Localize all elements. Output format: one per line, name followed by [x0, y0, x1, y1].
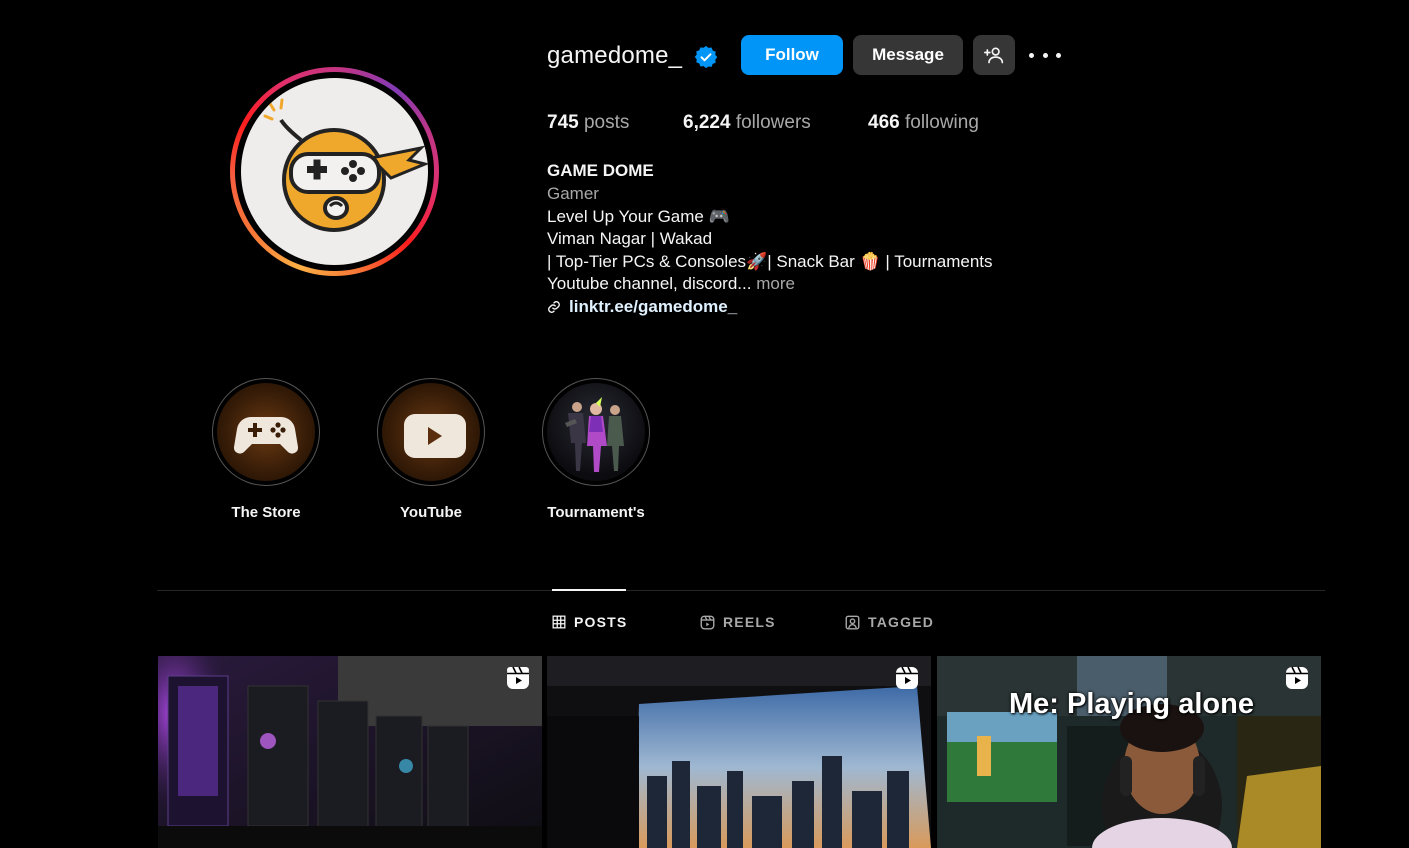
post-thumbnail[interactable]: Me: Playing alone	[937, 656, 1321, 848]
bio-line-text: Youtube channel, discord...	[547, 274, 752, 293]
tab-label: TAGGED	[868, 614, 935, 630]
gamepad-icon	[233, 416, 299, 454]
tab-posts[interactable]: POSTS	[552, 614, 627, 630]
post-thumbnail[interactable]	[158, 656, 542, 848]
tab-label: POSTS	[574, 614, 628, 630]
tab-label: REELS	[723, 614, 776, 630]
add-user-icon	[984, 47, 1004, 64]
message-button[interactable]: Message	[853, 35, 963, 75]
bio-link-text[interactable]: linktr.ee/gamedome_	[569, 297, 737, 317]
highlight-label: The Store	[231, 504, 301, 521]
youtube-icon	[404, 414, 466, 458]
tagged-icon	[845, 615, 860, 629]
game-characters-image	[565, 397, 624, 472]
reel-icon	[896, 666, 918, 689]
reel-icon	[507, 666, 529, 689]
bio-line: Level Up Your Game 🎮	[547, 207, 730, 226]
bio-line: Viman Nagar | Wakad	[547, 229, 713, 248]
bio-link[interactable]: linktr.ee/gamedome_	[547, 297, 737, 317]
highlight-the-store[interactable]: The Store	[212, 378, 320, 521]
active-tab-indicator	[552, 589, 626, 591]
highlight-label: YouTube	[400, 504, 462, 521]
link-icon	[548, 301, 560, 313]
gamedome-logo	[241, 78, 428, 265]
bio-line: | Top-Tier PCs & Consoles🚀| Snack Bar 🍿 …	[547, 252, 993, 271]
post-thumbnail[interactable]	[547, 656, 931, 848]
reels-icon	[700, 615, 715, 629]
bio-name: GAME DOME	[547, 161, 654, 180]
posts-count: 745 posts	[547, 112, 630, 133]
following-count[interactable]: 466 following	[868, 112, 979, 134]
bio-category: Gamer	[547, 184, 599, 203]
username: gamedome_	[547, 42, 683, 69]
highlight-youtube[interactable]: YouTube	[377, 378, 485, 521]
reel-icon	[1286, 666, 1308, 689]
verified-badge-icon	[694, 45, 718, 69]
bio-line: Youtube channel, discord... more	[547, 274, 795, 294]
tab-reels[interactable]: REELS	[700, 614, 776, 630]
profile-avatar[interactable]	[230, 67, 439, 276]
suggest-similar-button[interactable]	[973, 35, 1015, 75]
post-overlay-text: Me: Playing alone	[1009, 688, 1254, 720]
follow-button[interactable]: Follow	[741, 35, 843, 75]
grid-icon	[552, 615, 566, 629]
more-options-icon[interactable]	[1029, 44, 1061, 66]
followers-count[interactable]: 6,224 followers	[683, 112, 811, 134]
tab-tagged[interactable]: TAGGED	[845, 614, 934, 630]
post-image	[547, 656, 931, 848]
bio-more-link[interactable]: more	[756, 274, 795, 293]
post-image	[158, 656, 542, 848]
tabs-divider	[157, 590, 1325, 591]
post-image	[937, 656, 1321, 848]
highlight-tournaments[interactable]: Tournament's	[542, 378, 650, 521]
highlight-label: Tournament's	[547, 504, 645, 521]
